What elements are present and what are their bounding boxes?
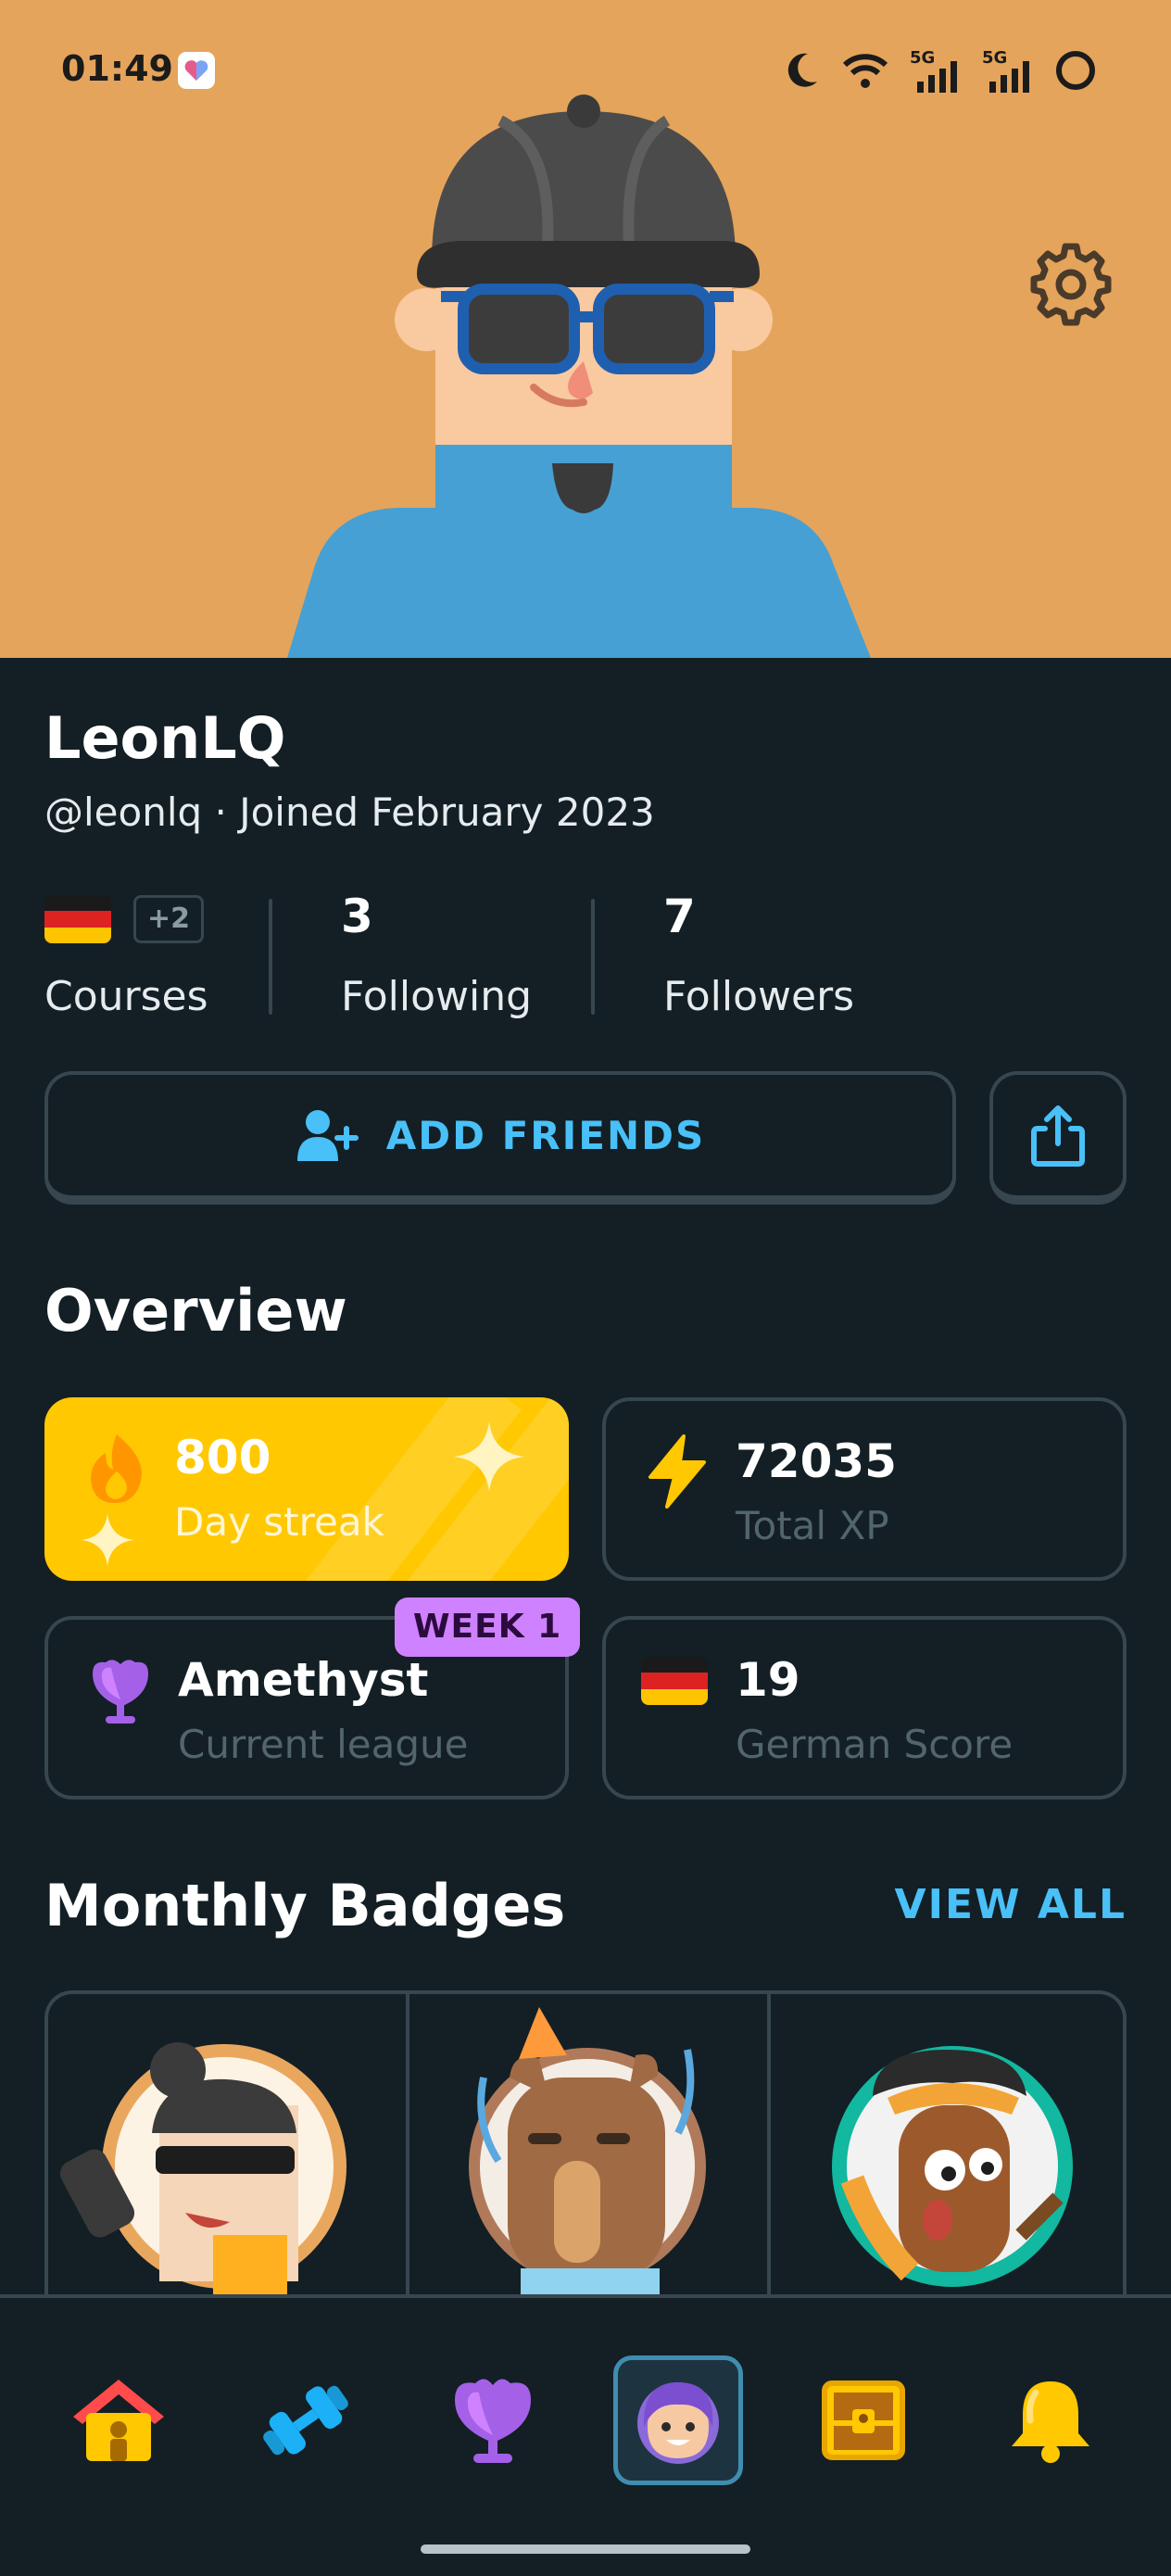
german-score-card[interactable]: 19 German Score [602, 1616, 1127, 1799]
courses-label: Courses [44, 973, 208, 1020]
nav-leagues[interactable] [428, 2355, 558, 2485]
score-value: 19 [736, 1653, 800, 1707]
wifi-icon [842, 54, 888, 88]
nav-practice[interactable] [241, 2355, 371, 2485]
badge-bear-icon [469, 2007, 706, 2305]
stat-divider [591, 899, 595, 1015]
bell-icon [1012, 2381, 1089, 2463]
fire-icon [91, 1434, 142, 1503]
followers-stat[interactable]: 7 Followers [663, 890, 941, 1029]
nav-notifications[interactable] [986, 2355, 1115, 2485]
xp-label: Total XP [736, 1503, 889, 1548]
amethyst-trophy-icon [93, 1660, 148, 1724]
courses-stat[interactable]: +2 Courses [44, 890, 267, 1029]
nav-home[interactable] [54, 2355, 183, 2485]
share-button[interactable] [989, 1071, 1127, 1205]
view-all-link[interactable]: VIEW ALL [895, 1881, 1127, 1928]
profile-stats: +2 Courses 3 Following 7 Followers [44, 890, 1128, 1029]
overview-title: Overview [44, 1277, 347, 1345]
monthly-badges-title: Monthly Badges [44, 1872, 566, 1939]
streak-value: 800 [174, 1431, 271, 1484]
add-friends-label: ADD FRIENDS [385, 1112, 706, 1158]
sparkle-icon [81, 1513, 134, 1567]
badge-character-icon [59, 2042, 346, 2305]
app-notification-icon [178, 52, 215, 89]
week-badge: WEEK 1 [395, 1597, 580, 1657]
following-stat[interactable]: 3 Following [341, 890, 619, 1029]
add-user-icon [296, 1110, 359, 1161]
home-icon [73, 2380, 164, 2461]
monthly-badge[interactable] [771, 1994, 1123, 2305]
monthly-badge[interactable] [48, 1994, 408, 2305]
nav-quests[interactable] [799, 2355, 928, 2485]
signal-5g-icon: 5G [910, 48, 962, 93]
chest-icon [822, 2380, 905, 2460]
nav-profile[interactable] [613, 2355, 743, 2485]
league-label: Current league [178, 1722, 469, 1767]
dumbbell-icon [263, 2385, 348, 2456]
gear-icon [1030, 243, 1112, 326]
total-xp-card[interactable]: 72035 Total XP [602, 1397, 1127, 1581]
xp-value: 72035 [736, 1434, 897, 1488]
league-icon [455, 2379, 531, 2463]
profile-handle: @leonlq · Joined February 2023 [44, 789, 655, 835]
moon-icon [787, 53, 817, 87]
home-indicator[interactable] [421, 2544, 750, 2554]
streak-label: Day streak [174, 1499, 384, 1545]
status-icons: 5G 5G [784, 46, 1097, 95]
followers-label: Followers [663, 973, 855, 1020]
settings-button[interactable] [1026, 237, 1115, 326]
monthly-badge[interactable] [409, 1994, 769, 2305]
following-count: 3 [341, 890, 373, 943]
avatar-illustration [287, 95, 871, 658]
signal-5g-icon-2: 5G [982, 48, 1034, 93]
add-friends-button[interactable]: ADD FRIENDS [44, 1071, 956, 1205]
battery-ring-icon [1056, 51, 1095, 90]
badge-explorer-icon [832, 2046, 1073, 2287]
profile-icon [637, 2382, 719, 2464]
profile-name: LeonLQ [44, 704, 286, 772]
score-label: German Score [736, 1722, 1014, 1767]
following-label: Following [341, 973, 533, 1020]
stat-divider [269, 899, 272, 1015]
streak-card[interactable]: 800 Day streak [44, 1397, 569, 1581]
lightning-icon [648, 1434, 706, 1509]
status-time: 01:49 [61, 48, 173, 89]
german-flag-icon [641, 1657, 708, 1705]
sparkle-icon [454, 1421, 524, 1492]
share-icon [1031, 1105, 1085, 1167]
league-value: Amethyst [178, 1653, 429, 1707]
german-flag-icon [44, 895, 111, 943]
bottom-navigation [0, 2294, 1171, 2576]
extra-courses-badge: +2 [133, 895, 204, 943]
profile-header: 01:49 5G 5G [0, 0, 1171, 658]
followers-count: 7 [663, 890, 696, 943]
badges-panel [44, 1990, 1127, 2305]
